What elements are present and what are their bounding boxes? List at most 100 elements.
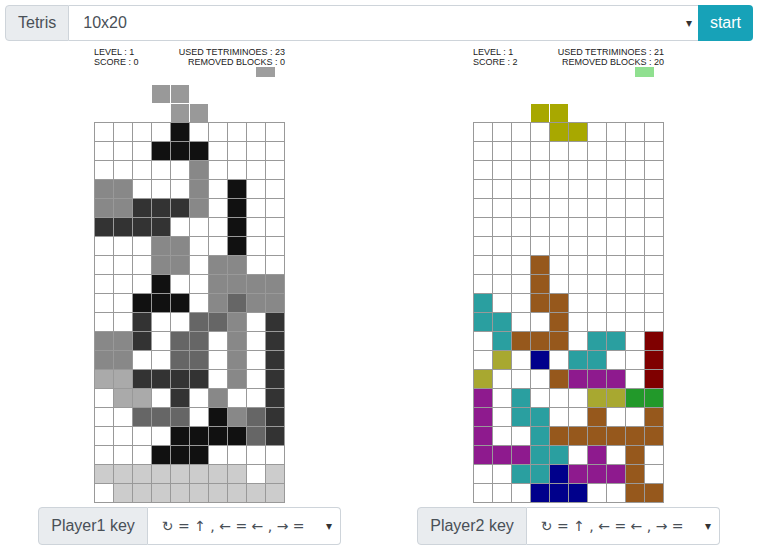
score-text: SCORE : 2	[473, 57, 518, 67]
board-block	[133, 218, 151, 236]
falling-block	[531, 104, 549, 122]
board-block	[531, 408, 549, 426]
board-cell	[645, 218, 663, 236]
board-cell	[247, 199, 265, 217]
board-cell	[190, 123, 208, 141]
spawn-cell	[95, 104, 113, 122]
board-block	[474, 370, 492, 388]
board-cell	[247, 446, 265, 464]
board-block	[171, 123, 189, 141]
board-cell	[588, 256, 606, 274]
board-cell	[95, 427, 113, 445]
board-block	[228, 256, 246, 274]
key-select[interactable]: ↻ = ↑ , ← = ← , → =▾	[148, 507, 341, 545]
board-cell	[152, 332, 170, 350]
board-block	[493, 313, 511, 331]
board-cell	[607, 484, 625, 502]
toolbar: Tetris 10x20 ▾ start	[5, 5, 753, 41]
board-block	[531, 294, 549, 312]
board-cell	[531, 199, 549, 217]
next-piece	[256, 67, 275, 77]
board-block	[626, 389, 644, 407]
board-block	[171, 446, 189, 464]
board-block	[114, 180, 132, 198]
board-block	[171, 351, 189, 369]
board-cell	[247, 180, 265, 198]
board-block	[228, 313, 246, 331]
board-block	[209, 408, 227, 426]
board-block	[266, 408, 284, 426]
board-cell	[190, 294, 208, 312]
spawn-cell	[133, 104, 151, 122]
board-block	[512, 389, 530, 407]
board-block	[114, 351, 132, 369]
board-cell	[190, 237, 208, 255]
board-block	[607, 370, 625, 388]
board-block	[607, 465, 625, 483]
board-cell	[607, 237, 625, 255]
board-cell	[569, 180, 587, 198]
board-block	[228, 465, 246, 483]
board-cell	[626, 142, 644, 160]
info-row: LEVEL : 1USED TETRIMINOES : 23	[94, 47, 285, 57]
board-cell	[607, 256, 625, 274]
board-cell	[512, 218, 530, 236]
info-row: SCORE : 2 REMOVED BLOCKS : 20	[473, 57, 664, 67]
board-cell	[474, 237, 492, 255]
board-cell	[247, 351, 265, 369]
falling-block	[190, 104, 208, 122]
removed-text: REMOVED BLOCKS : 20	[562, 57, 664, 67]
board-block	[474, 294, 492, 312]
board-block	[171, 142, 189, 160]
board-block	[190, 161, 208, 179]
key-settings: Player1 key↻ = ↑ , ← = ← , → =▾	[38, 507, 341, 545]
board-cell	[114, 161, 132, 179]
start-button[interactable]: start	[698, 5, 753, 41]
board-block	[550, 427, 568, 445]
board-block	[114, 332, 132, 350]
board-cell	[209, 142, 227, 160]
board-cell	[607, 161, 625, 179]
board-block	[569, 370, 587, 388]
board-cell	[474, 161, 492, 179]
board-block	[114, 484, 132, 502]
board-cell	[531, 313, 549, 331]
key-select[interactable]: ↻ = ↑ , ← = ← , → =▾	[527, 507, 720, 545]
board-cell	[550, 180, 568, 198]
board-block	[607, 427, 625, 445]
board-cell	[493, 370, 511, 388]
board-block	[588, 389, 606, 407]
board-block	[152, 408, 170, 426]
spawn-cell	[266, 85, 284, 103]
board-size-select[interactable]: 10x20 ▾	[69, 5, 698, 41]
board-block	[569, 427, 587, 445]
board-block	[95, 218, 113, 236]
board-cell	[266, 142, 284, 160]
board-block	[228, 237, 246, 255]
board-cell	[569, 332, 587, 350]
board-block	[152, 275, 170, 293]
board-cell	[607, 313, 625, 331]
board-cell	[531, 389, 549, 407]
board-cell	[512, 237, 530, 255]
board-cell	[512, 123, 530, 141]
board-cell	[247, 370, 265, 388]
board-cell	[550, 218, 568, 236]
falling-block	[550, 104, 568, 122]
board-cell	[228, 142, 246, 160]
board-cell	[95, 237, 113, 255]
board-block	[228, 484, 246, 502]
board-block	[209, 275, 227, 293]
board-cell	[512, 161, 530, 179]
board-block	[152, 465, 170, 483]
board-cell	[512, 142, 530, 160]
board-block	[531, 275, 549, 293]
board-cell	[266, 218, 284, 236]
board-cell	[550, 275, 568, 293]
board-cell	[493, 294, 511, 312]
board-cell	[531, 218, 549, 236]
board-cell	[95, 142, 113, 160]
next-piece	[635, 67, 654, 77]
board-cell	[531, 237, 549, 255]
board-cell	[531, 123, 549, 141]
